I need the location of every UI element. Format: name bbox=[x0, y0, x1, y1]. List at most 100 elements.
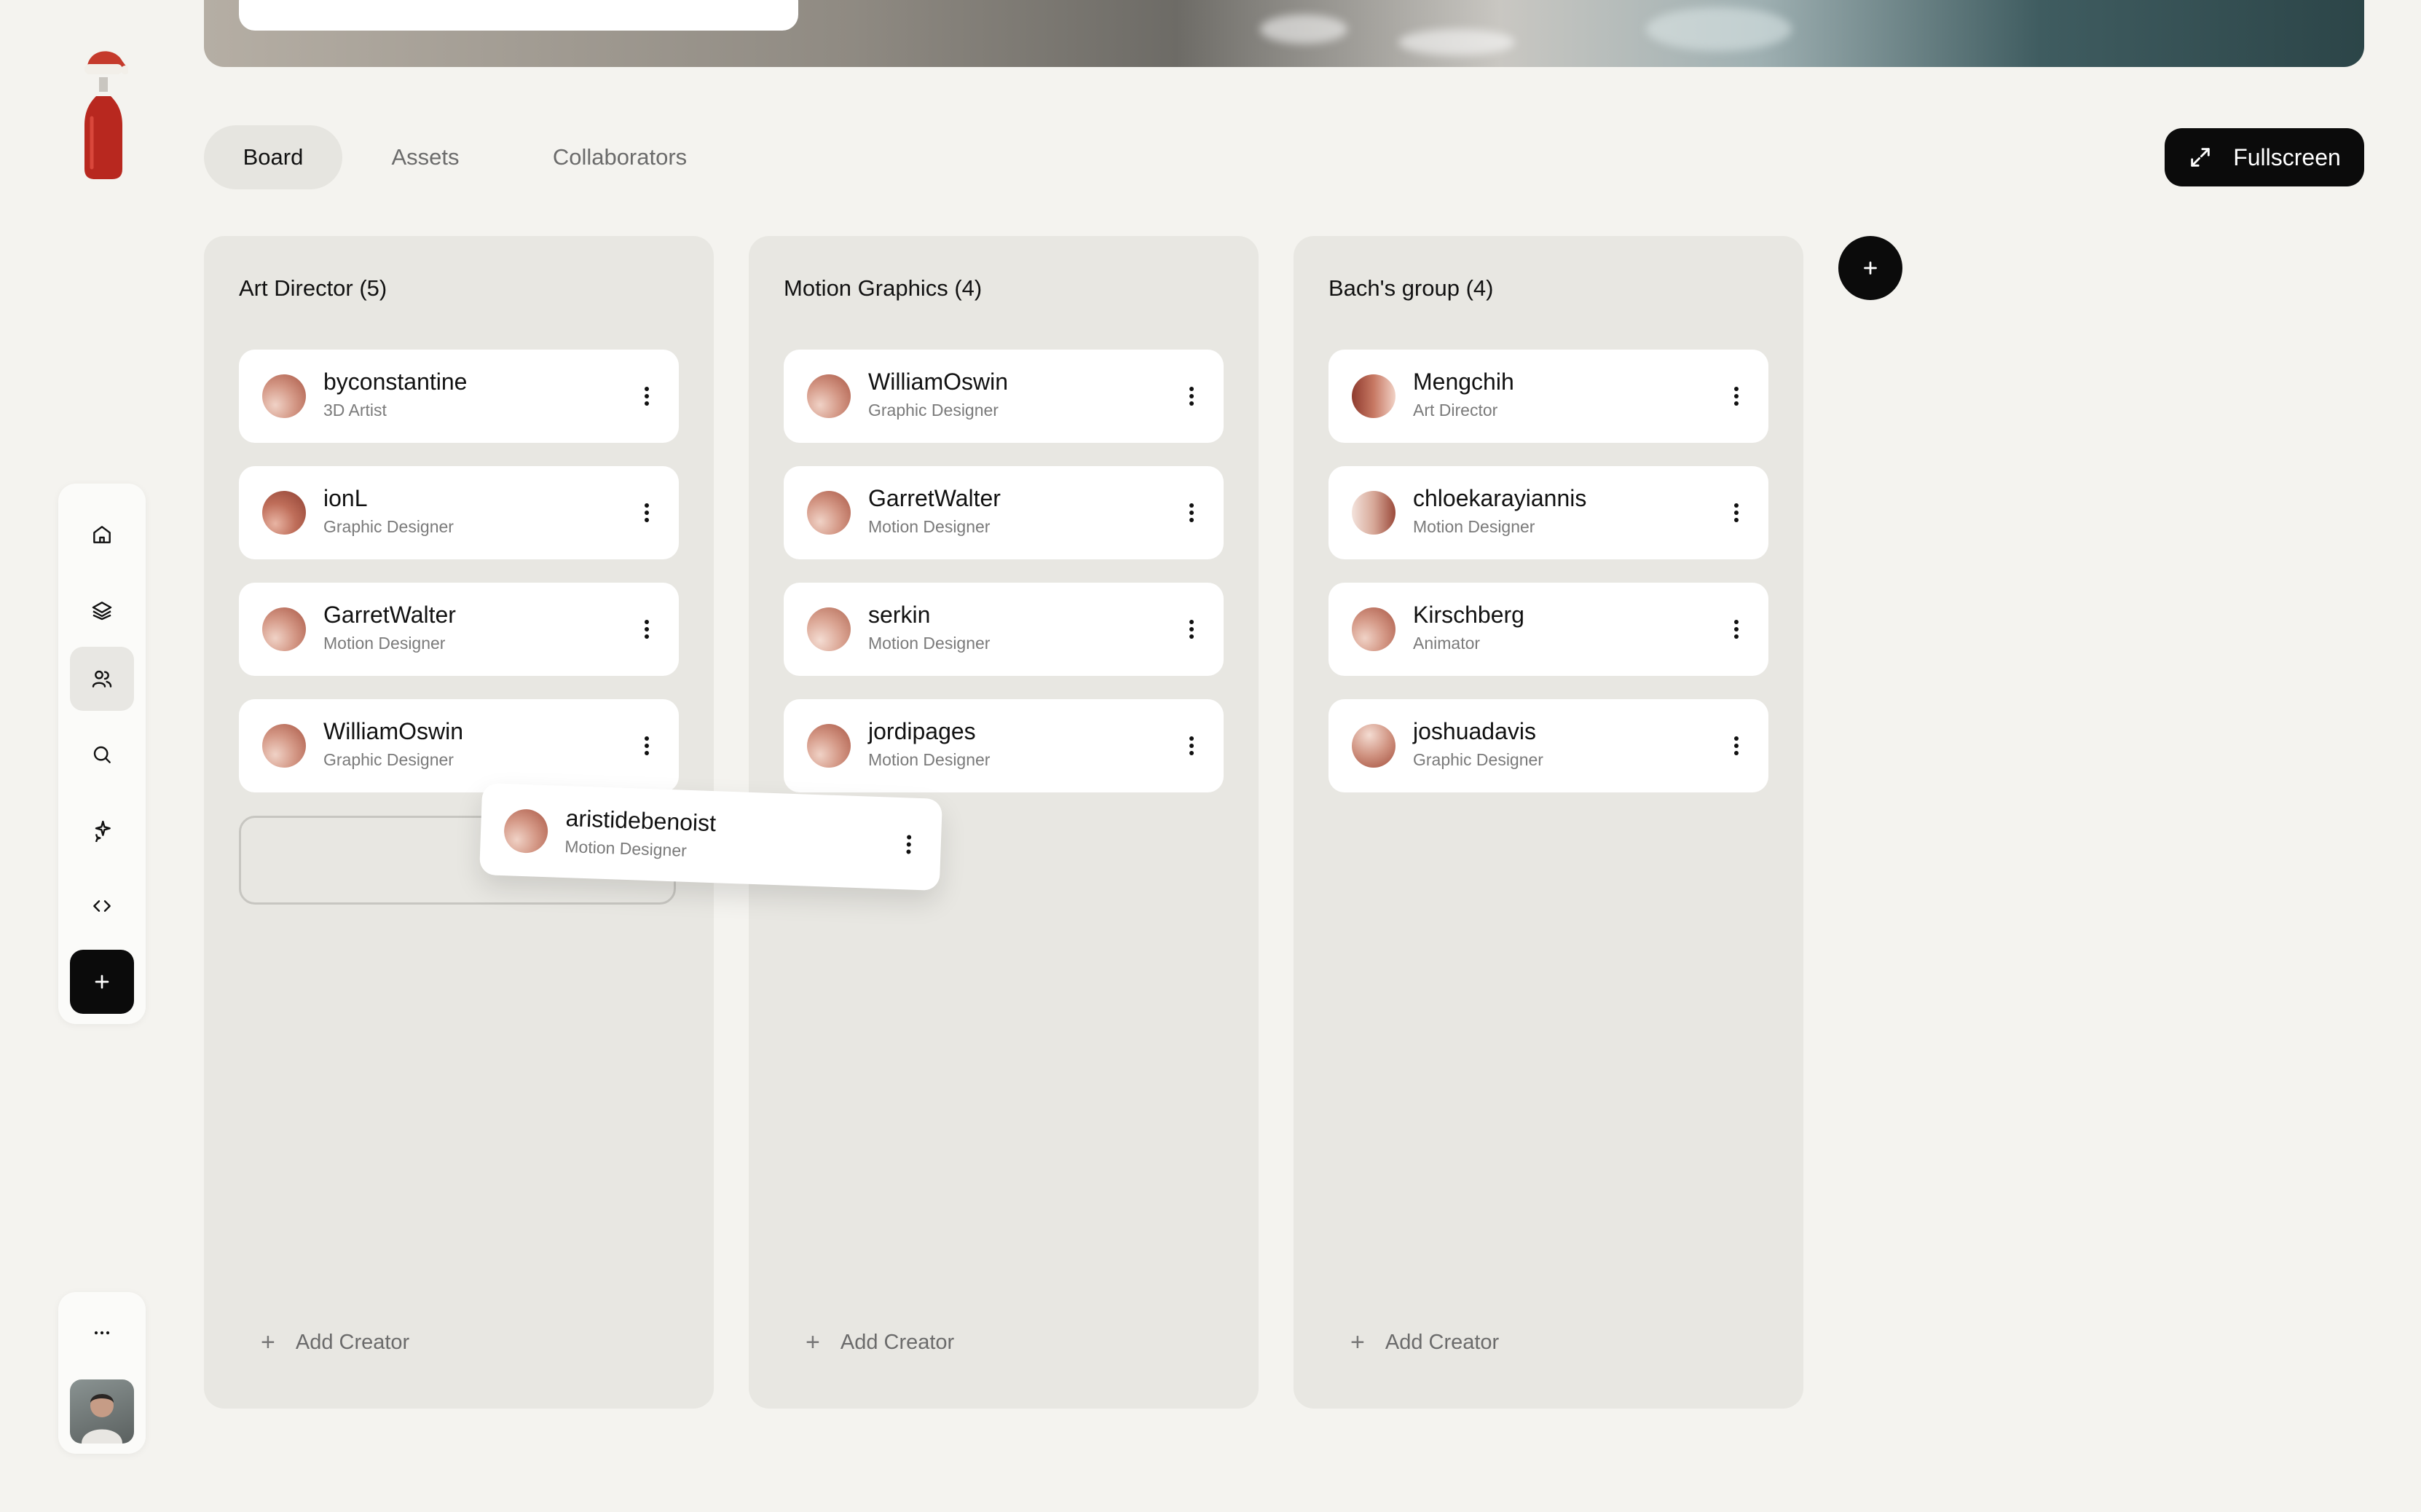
creator-role: Motion Designer bbox=[868, 634, 991, 653]
creator-role: Graphic Designer bbox=[868, 401, 999, 420]
creator-role: Motion Designer bbox=[868, 750, 991, 769]
column-title: Bach's group (4) bbox=[1328, 275, 1494, 301]
tab-assets[interactable]: Assets bbox=[364, 125, 487, 189]
creator-name: GarretWalter bbox=[323, 602, 456, 628]
sparkle-icon bbox=[95, 820, 111, 842]
creator-card[interactable]: GarretWalter Motion Designer bbox=[239, 583, 679, 676]
creator-card[interactable]: WilliamOswin Graphic Designer bbox=[784, 350, 1224, 443]
avatar bbox=[807, 724, 851, 768]
creator-card[interactable]: WilliamOswin Graphic Designer bbox=[239, 699, 679, 792]
creator-name: WilliamOswin bbox=[868, 369, 1008, 395]
creator-name: serkin bbox=[868, 602, 931, 628]
board-column-bachs-group: Bach's group (4) Mengchih Art Director c… bbox=[1294, 236, 1803, 1409]
kebab-menu-icon[interactable] bbox=[639, 495, 654, 530]
ellipsis-icon bbox=[94, 1331, 110, 1335]
home-button[interactable] bbox=[70, 503, 134, 567]
kebab-menu-icon[interactable] bbox=[1184, 612, 1199, 647]
layers-button[interactable] bbox=[70, 578, 134, 642]
avatar bbox=[262, 724, 306, 768]
sparkle-button[interactable] bbox=[70, 798, 134, 862]
plus-icon: + bbox=[1350, 1328, 1365, 1356]
add-creator-button[interactable]: + Add Creator bbox=[261, 1328, 409, 1357]
column-title: Motion Graphics (4) bbox=[784, 275, 983, 301]
creator-card[interactable]: GarretWalter Motion Designer bbox=[784, 466, 1224, 559]
add-column-button[interactable] bbox=[1838, 236, 1902, 300]
creator-name: aristidebenoist bbox=[565, 805, 717, 837]
kebab-menu-icon[interactable] bbox=[901, 827, 917, 862]
add-creator-label: Add Creator bbox=[1385, 1331, 1500, 1354]
user-avatar-icon bbox=[82, 1394, 122, 1444]
creator-card[interactable]: Kirschberg Animator bbox=[1328, 583, 1768, 676]
code-button[interactable] bbox=[70, 874, 134, 938]
creator-card[interactable]: jordipages Motion Designer bbox=[784, 699, 1224, 792]
creator-card[interactable]: Mengchih Art Director bbox=[1328, 350, 1768, 443]
side-toolbar bbox=[58, 484, 146, 1024]
creator-name: jordipages bbox=[868, 718, 976, 744]
hero-search-card[interactable] bbox=[239, 0, 798, 31]
dragging-creator-card[interactable]: aristidebenoist Motion Designer bbox=[479, 783, 943, 891]
creator-role: Animator bbox=[1413, 634, 1481, 653]
avatar bbox=[1352, 374, 1395, 418]
plus-icon bbox=[1864, 261, 1877, 275]
avatar bbox=[262, 491, 306, 535]
creator-name: joshuadavis bbox=[1413, 718, 1536, 744]
kebab-menu-icon[interactable] bbox=[639, 728, 654, 763]
kebab-menu-icon[interactable] bbox=[639, 612, 654, 647]
kebab-menu-icon[interactable] bbox=[639, 379, 654, 414]
add-creator-button[interactable]: + Add Creator bbox=[806, 1328, 954, 1357]
avatar bbox=[262, 607, 306, 651]
tab-board[interactable]: Board bbox=[204, 125, 342, 189]
kebab-menu-icon[interactable] bbox=[1184, 728, 1199, 763]
creator-name: Kirschberg bbox=[1413, 602, 1524, 628]
fullscreen-button[interactable]: Fullscreen bbox=[2165, 128, 2364, 186]
creator-role: Graphic Designer bbox=[1413, 750, 1543, 769]
creator-name: Mengchih bbox=[1413, 369, 1514, 395]
kebab-menu-icon[interactable] bbox=[1184, 495, 1199, 530]
fullscreen-label: Fullscreen bbox=[2233, 143, 2341, 170]
creator-card[interactable]: chloekarayiannis Motion Designer bbox=[1328, 466, 1768, 559]
creator-card[interactable]: ionL Graphic Designer bbox=[239, 466, 679, 559]
avatar bbox=[1352, 607, 1395, 651]
collaborators-button[interactable] bbox=[70, 647, 134, 711]
user-avatar[interactable] bbox=[70, 1379, 134, 1444]
creator-role: 3D Artist bbox=[323, 401, 387, 420]
creator-card[interactable]: byconstantine 3D Artist bbox=[239, 350, 679, 443]
creator-card[interactable]: serkin Motion Designer bbox=[784, 583, 1224, 676]
plus-icon: + bbox=[806, 1328, 820, 1356]
expand-icon bbox=[2191, 148, 2210, 167]
creator-role: Graphic Designer bbox=[323, 750, 454, 769]
home-icon bbox=[93, 526, 111, 543]
kebab-menu-icon[interactable] bbox=[1729, 728, 1744, 763]
add-creator-button[interactable]: + Add Creator bbox=[1350, 1328, 1499, 1357]
creator-card[interactable]: joshuadavis Graphic Designer bbox=[1328, 699, 1768, 792]
bottle-logo-icon[interactable] bbox=[79, 45, 128, 181]
code-icon bbox=[93, 900, 111, 912]
kebab-menu-icon[interactable] bbox=[1184, 379, 1199, 414]
creator-role: Graphic Designer bbox=[323, 517, 454, 536]
avatar bbox=[503, 808, 549, 854]
avatar bbox=[262, 374, 306, 418]
search-button[interactable] bbox=[70, 722, 134, 787]
avatar bbox=[1352, 724, 1395, 768]
creator-name: byconstantine bbox=[323, 369, 468, 395]
avatar bbox=[807, 607, 851, 651]
sidebar-bottom bbox=[58, 1292, 146, 1454]
kebab-menu-icon[interactable] bbox=[1729, 495, 1744, 530]
creator-role: Motion Designer bbox=[868, 517, 991, 536]
plus-icon bbox=[95, 974, 109, 989]
kebab-menu-icon[interactable] bbox=[1729, 612, 1744, 647]
kebab-menu-icon[interactable] bbox=[1729, 379, 1744, 414]
avatar bbox=[1352, 491, 1395, 535]
creator-name: WilliamOswin bbox=[323, 718, 463, 744]
creator-name: chloekarayiannis bbox=[1413, 485, 1587, 511]
creator-role: Art Director bbox=[1413, 401, 1498, 420]
add-creator-label: Add Creator bbox=[295, 1331, 410, 1354]
add-creator-label: Add Creator bbox=[840, 1331, 955, 1354]
avatar bbox=[807, 491, 851, 535]
more-menu-button[interactable] bbox=[70, 1301, 134, 1365]
create-button[interactable] bbox=[70, 950, 134, 1014]
creator-role: Motion Designer bbox=[564, 837, 688, 860]
layers-icon bbox=[92, 602, 112, 621]
tab-collaborators[interactable]: Collaborators bbox=[524, 125, 715, 189]
users-icon bbox=[92, 670, 112, 688]
